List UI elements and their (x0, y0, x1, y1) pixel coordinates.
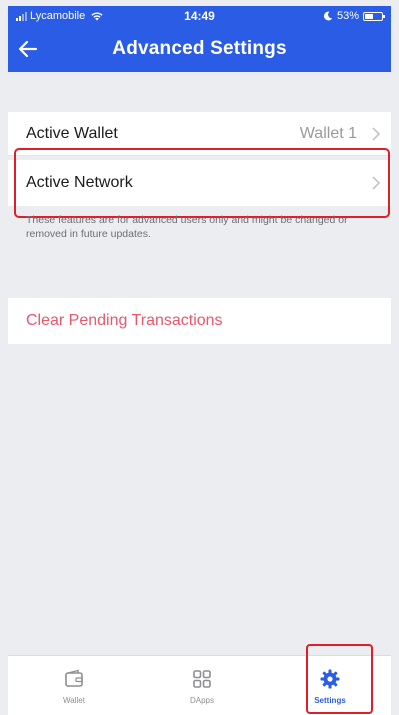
battery-fill (365, 13, 373, 19)
chevron-right-icon (372, 176, 381, 190)
moon-icon (323, 11, 333, 21)
tab-dapps[interactable]: DApps (138, 656, 266, 715)
active-network-row[interactable]: Active Network (8, 160, 391, 206)
status-bar: Lycamobile 14:49 53% (8, 6, 391, 26)
battery-icon (363, 11, 385, 21)
battery-percent: 53% (336, 10, 359, 22)
clear-pending-transactions-label: Clear Pending Transactions (26, 312, 223, 329)
chevron-right-icon (372, 126, 381, 141)
advanced-notice: These features are for advanced users on… (26, 214, 348, 240)
tab-settings[interactable]: Settings (266, 656, 394, 715)
tab-wallet-label: Wallet (63, 696, 85, 705)
active-wallet-row[interactable]: Active Wallet Wallet 1 (8, 112, 391, 156)
advanced-settings-screen: Lycamobile 14:49 53% Advanced Settings A… (0, 0, 399, 715)
clear-pending-transactions-row[interactable]: Clear Pending Transactions (8, 298, 391, 344)
wallet-icon (65, 669, 83, 687)
tab-dapps-label: DApps (189, 696, 214, 705)
active-wallet-value: Wallet 1 (299, 124, 357, 142)
status-right: 53% (323, 6, 385, 26)
top-bar: Lycamobile 14:49 53% Advanced Settings (8, 6, 391, 72)
header: Advanced Settings (8, 26, 391, 72)
grid-icon (193, 670, 211, 688)
tab-bar: Wallet DApps Settings (8, 655, 391, 715)
active-network-label: Active Network (26, 174, 133, 191)
tab-wallet[interactable]: Wallet (10, 656, 138, 715)
tab-settings-label: Settings (314, 696, 346, 705)
active-wallet-label: Active Wallet (26, 124, 118, 142)
gear-icon (320, 669, 340, 689)
page-title: Advanced Settings (112, 38, 287, 59)
